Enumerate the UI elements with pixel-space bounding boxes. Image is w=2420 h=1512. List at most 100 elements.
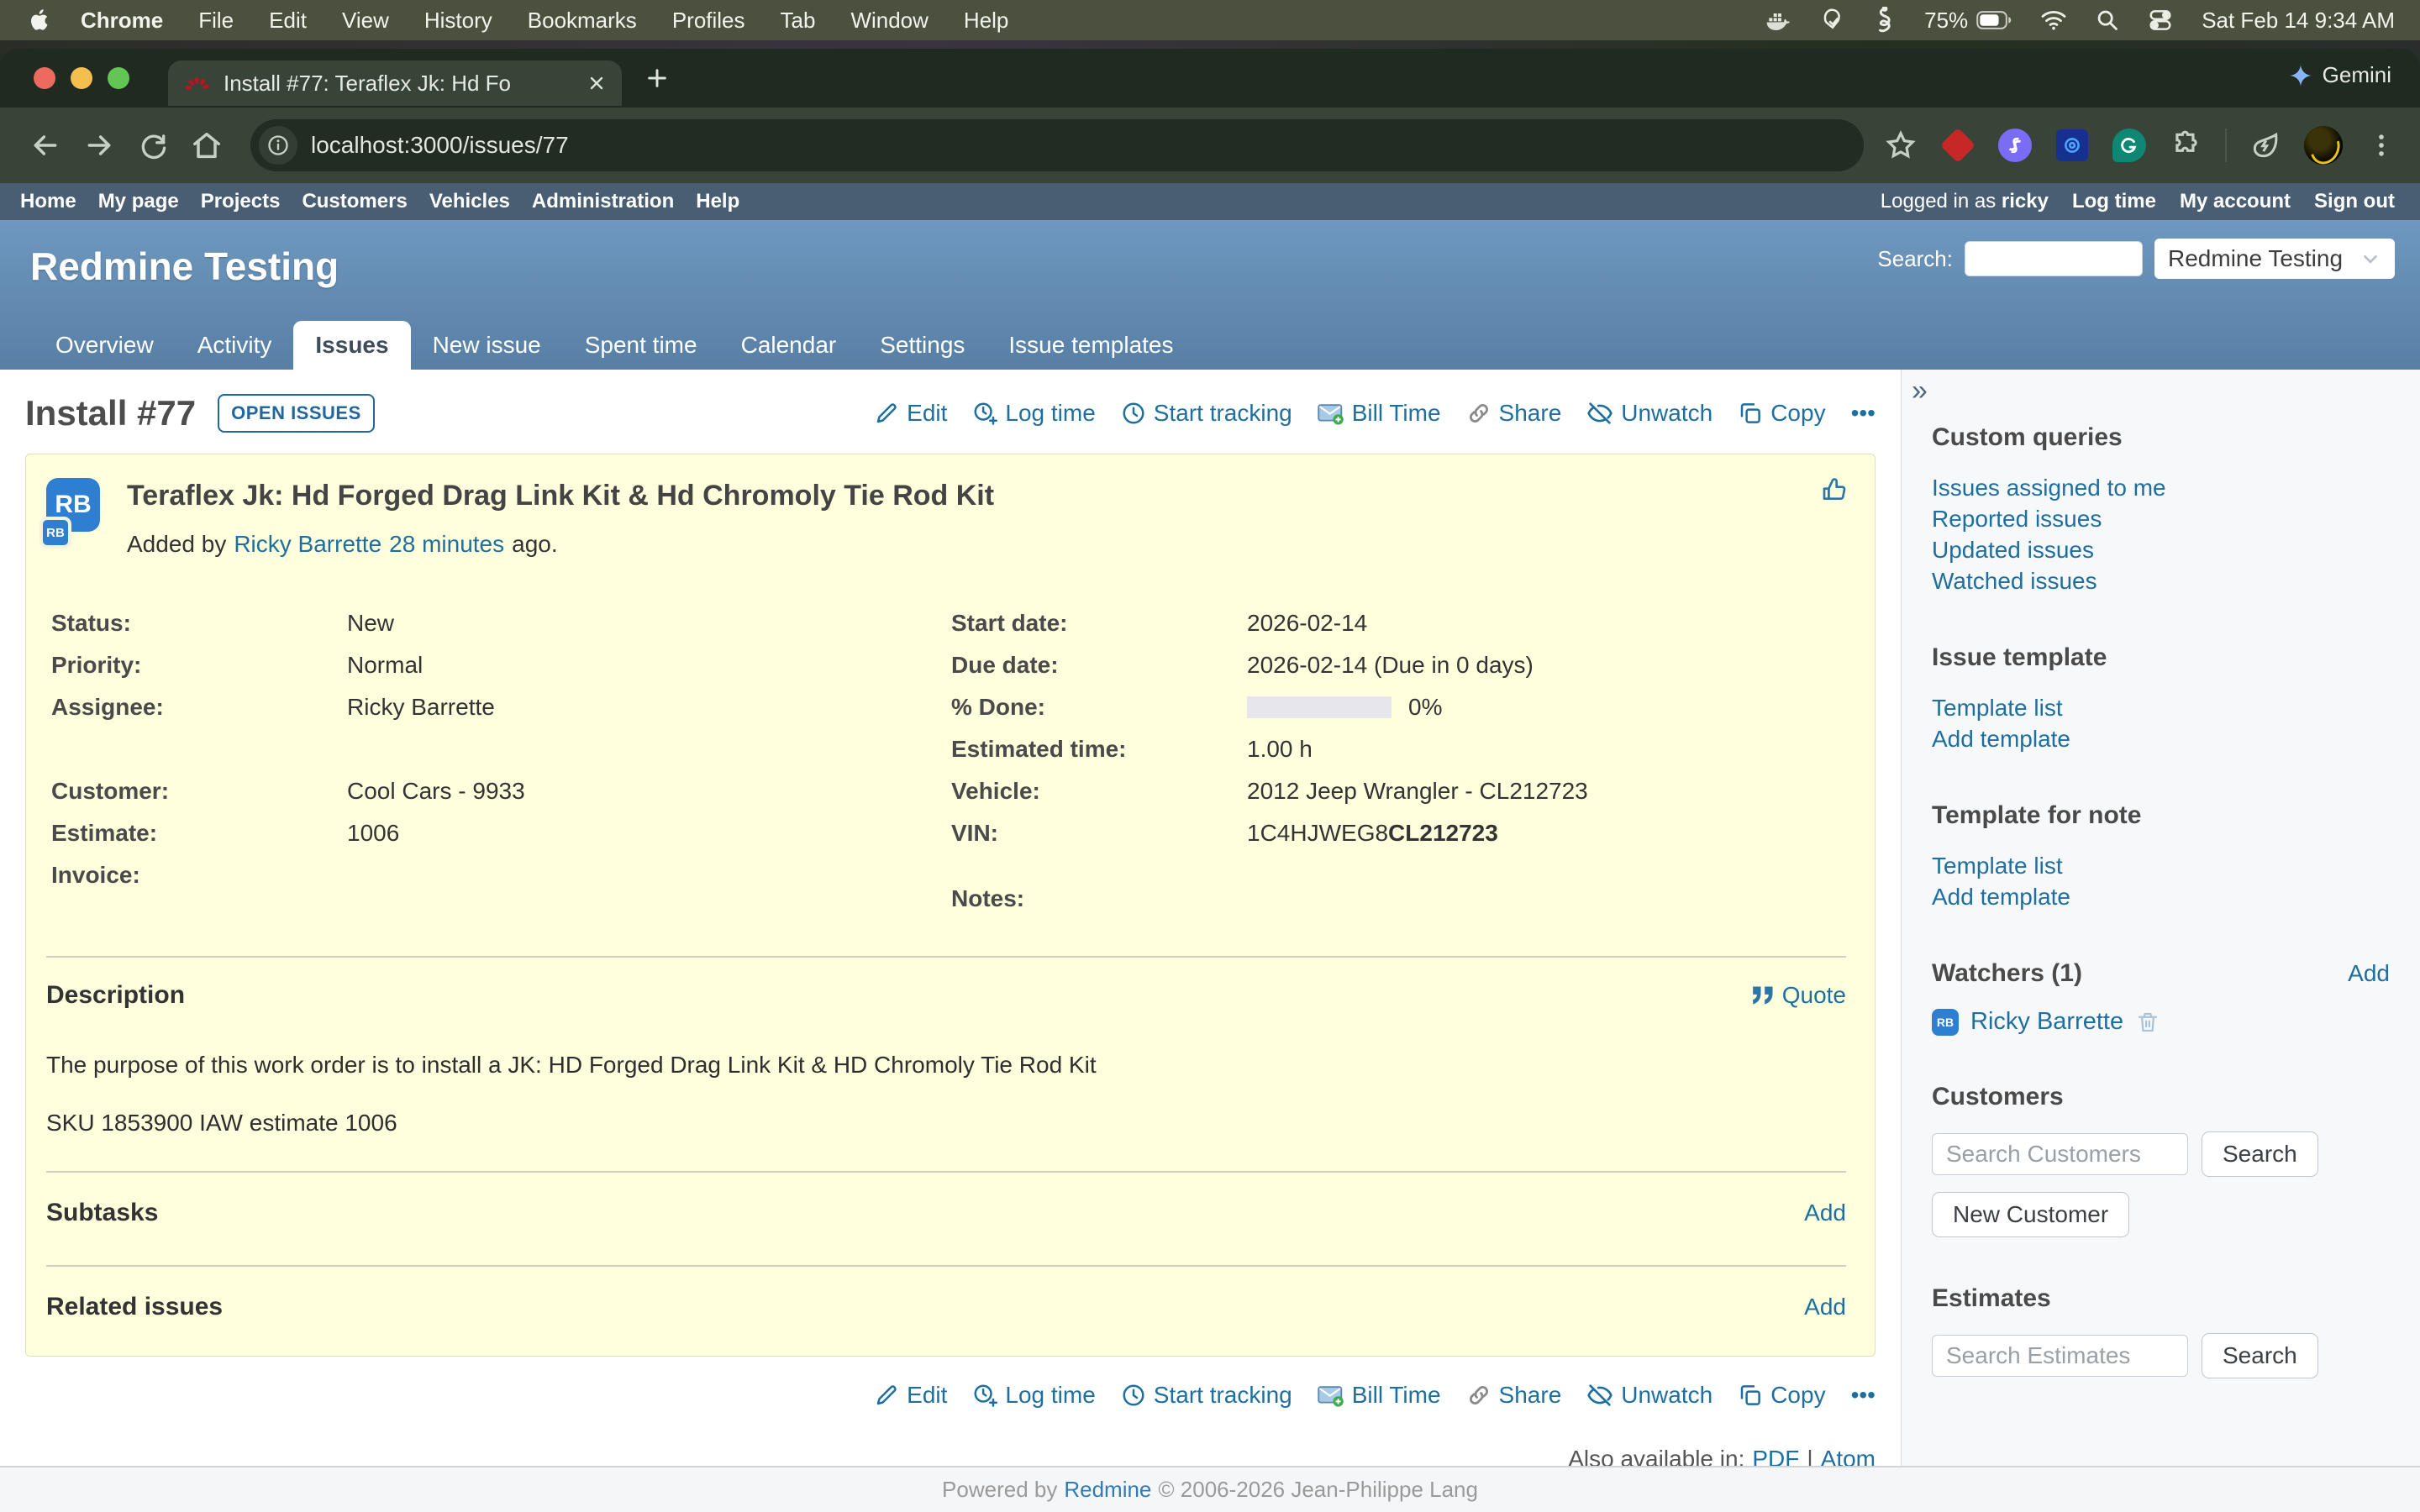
tab-calendar[interactable]: Calendar [719,321,859,370]
more-actions-button[interactable]: ••• [1851,1382,1876,1409]
add-related-issue-link[interactable]: Add [1804,1294,1846,1320]
quote-button[interactable]: Quote [1752,982,1846,1009]
back-icon[interactable] [22,122,69,169]
menubar-item-view[interactable]: View [342,8,389,34]
battery-indicator[interactable]: 75% [1924,8,2012,34]
gemini-button[interactable]: Gemini [2289,62,2391,88]
search-estimates-button[interactable]: Search [2202,1333,2318,1378]
address-bar[interactable]: localhost:3000/issues/77 [250,119,1864,171]
menubar-item-help[interactable]: Help [964,8,1008,34]
kebab-menu-icon[interactable] [2363,127,2400,164]
menubar-item-window[interactable]: Window [850,8,928,34]
trash-icon[interactable] [2135,1010,2160,1035]
sidebar-link-note-template-list[interactable]: Template list [1932,850,2390,881]
watcher-name-link[interactable]: Ricky Barrette [1970,1008,2123,1036]
apple-icon[interactable] [29,8,49,32]
menubar-clock[interactable]: Sat Feb 14 9:34 AM [2202,8,2395,34]
sidebar-link-issues-assigned[interactable]: Issues assigned to me [1932,472,2390,503]
customer-link[interactable]: Cool Cars - 9933 [347,778,525,805]
topmenu-projects[interactable]: Projects [201,190,281,213]
edit-button[interactable]: Edit [874,400,947,427]
wifi-icon[interactable] [2040,9,2067,31]
unwatch-button[interactable]: Unwatch [1586,400,1712,427]
new-tab-icon[interactable] [644,65,671,92]
home-icon[interactable] [183,122,230,169]
extension-red-icon[interactable] [1939,127,1976,164]
menubar-item-profiles[interactable]: Profiles [672,8,745,34]
copy-button[interactable]: Copy [1738,400,1825,427]
tab-settings[interactable]: Settings [858,321,986,370]
sidebar-link-template-list[interactable]: Template list [1932,692,2390,723]
start-tracking-button[interactable]: Start tracking [1121,1382,1292,1409]
project-select[interactable]: Redmine Testing [2154,239,2395,279]
tab-activity[interactable]: Activity [176,321,294,370]
vehicle-link[interactable]: 2012 Jeep Wrangler - CL212723 [1247,778,1588,805]
tab-new-issue[interactable]: New issue [411,321,563,370]
grammarly-icon[interactable] [2111,127,2148,164]
topmenu-my-page[interactable]: My page [98,190,179,213]
forward-icon[interactable] [76,122,123,169]
sidebar-link-watched-issues[interactable]: Watched issues [1932,565,2390,596]
search-customers-input[interactable] [1932,1133,2188,1175]
status-badge[interactable]: OPEN ISSUES [218,394,375,433]
bookmark-star-icon[interactable] [1882,127,1919,164]
thumbs-up-icon[interactable] [1821,476,1848,503]
copy-button[interactable]: Copy [1738,1382,1825,1409]
collapse-chevrons-icon[interactable]: » [1912,375,1928,407]
share-button[interactable]: Share [1466,1382,1562,1409]
start-tracking-button[interactable]: Start tracking [1121,400,1292,427]
info-icon[interactable] [259,126,297,165]
topmenu-help[interactable]: Help [696,190,739,213]
zoom-window-button[interactable] [108,67,129,89]
spotlight-icon[interactable] [2096,8,2119,32]
menubar-app-name[interactable]: Chrome [81,8,163,34]
sidebar-link-add-template[interactable]: Add template [1932,723,2390,754]
browser-tab[interactable]: Install #77: Teraflex Jk: Hd Fo [168,60,622,106]
edit-button[interactable]: Edit [874,1382,947,1409]
vin-link[interactable]: 1C4HJWEG8CL212723 [1247,820,1498,847]
performance-leaf-icon[interactable] [2247,127,2284,164]
vpn-squiggle-icon[interactable] [1874,7,1896,34]
add-watcher-link[interactable]: Add [2348,960,2390,987]
log-time-button[interactable]: Log time [972,1382,1095,1409]
topmenu-home[interactable]: Home [20,190,76,213]
assignee-link[interactable]: Ricky Barrette [347,694,495,721]
search-customers-button[interactable]: Search [2202,1131,2318,1177]
minimize-window-button[interactable] [71,67,92,89]
log-time-button[interactable]: Log time [972,400,1095,427]
menubar-item-file[interactable]: File [198,8,234,34]
sidebar-link-reported-issues[interactable]: Reported issues [1932,503,2390,534]
unwatch-button[interactable]: Unwatch [1586,1382,1712,1409]
bill-time-button[interactable]: Bill Time [1318,1382,1441,1409]
author-link[interactable]: Ricky Barrette [234,531,381,558]
profile-avatar[interactable] [2304,126,2343,165]
close-tab-icon[interactable] [587,73,607,93]
topmenu-log-time[interactable]: Log time [2072,190,2156,213]
menubar-item-edit[interactable]: Edit [269,8,307,34]
extension-purple-icon[interactable] [1996,127,2033,164]
topmenu-vehicles[interactable]: Vehicles [429,190,510,213]
tab-overview[interactable]: Overview [34,321,176,370]
tab-spent-time[interactable]: Spent time [563,321,719,370]
redmine-link[interactable]: Redmine [1064,1477,1151,1503]
topmenu-customers[interactable]: Customers [302,190,407,213]
tab-issue-templates[interactable]: Issue templates [986,321,1195,370]
add-subtask-link[interactable]: Add [1804,1200,1846,1226]
topmenu-administration[interactable]: Administration [532,190,674,213]
share-button[interactable]: Share [1466,400,1562,427]
estimate-link[interactable]: 1006 [347,820,399,847]
topmenu-sign-out[interactable]: Sign out [2314,190,2395,213]
tab-issues[interactable]: Issues [293,321,410,370]
control-center-icon[interactable] [2148,8,2173,33]
menubar-item-tab[interactable]: Tab [781,8,816,34]
close-window-button[interactable] [34,67,55,89]
sidebar-link-note-add-template[interactable]: Add template [1932,881,2390,912]
tray-app-icon[interactable] [1820,8,1845,33]
new-customer-button[interactable]: New Customer [1932,1192,2129,1237]
bill-time-button[interactable]: Bill Time [1318,400,1441,427]
menubar-item-bookmarks[interactable]: Bookmarks [528,8,637,34]
search-input[interactable] [1965,241,2143,276]
created-ago-link[interactable]: 28 minutes [389,531,504,558]
extensions-puzzle-icon[interactable] [2168,127,2205,164]
reload-icon[interactable] [129,122,176,169]
